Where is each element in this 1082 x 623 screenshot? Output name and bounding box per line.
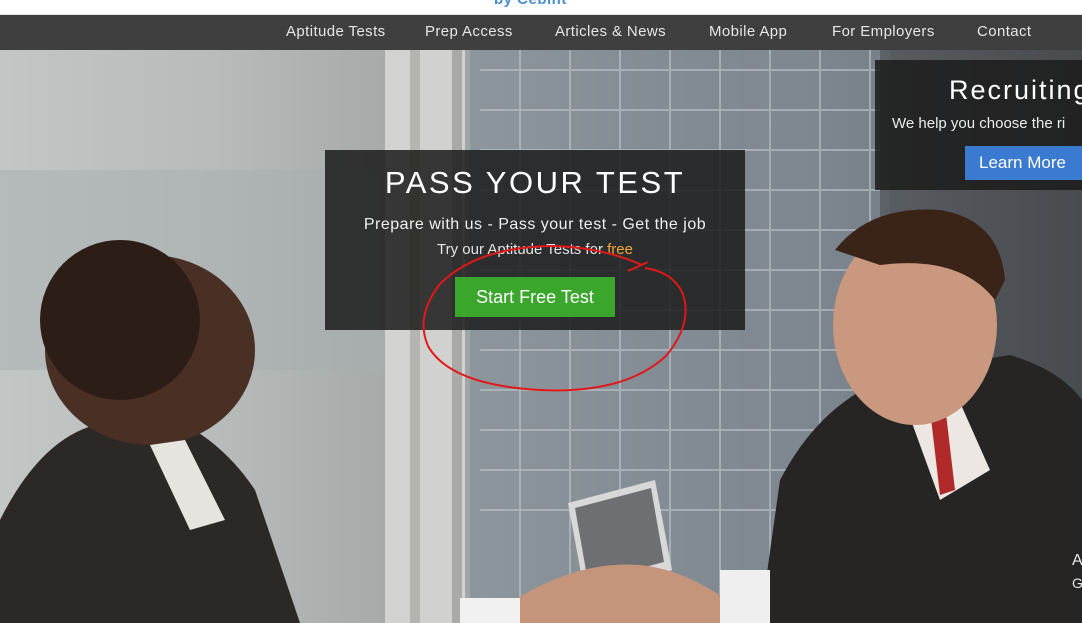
recruiting-text: We help you choose the ri <box>892 115 1066 132</box>
top-strip: by Cebint <box>0 0 1082 15</box>
recruiting-panel: Recruiting We help you choose the ri Lea… <box>875 60 1082 190</box>
nav-mobile-app[interactable]: Mobile App <box>709 15 787 50</box>
free-highlight: free <box>607 241 633 258</box>
hero-subtitle: Prepare with us - Pass your test - Get t… <box>363 216 707 233</box>
nav-articles-news[interactable]: Articles & News <box>555 15 666 50</box>
edge-text-line1: A <box>1072 552 1082 569</box>
pass-your-test-panel: PASS YOUR TEST Prepare with us - Pass yo… <box>325 150 745 330</box>
edge-text-line2: G <box>1072 575 1082 591</box>
nav-contact[interactable]: Contact <box>977 15 1032 50</box>
try-prefix: Try our Aptitude Tests for <box>437 241 608 258</box>
site-logo[interactable]: by Cebint <box>494 0 567 8</box>
nav-for-employers[interactable]: For Employers <box>832 15 935 50</box>
hero-title: PASS YOUR TEST <box>384 165 686 200</box>
nav-aptitude-tests[interactable]: Aptitude Tests <box>286 15 386 50</box>
learn-more-button[interactable]: Learn More <box>965 146 1082 180</box>
recruiting-title: Recruiting <box>949 75 1082 105</box>
start-free-test-button[interactable]: Start Free Test <box>455 277 615 317</box>
hero-try-line: Try our Aptitude Tests for free <box>325 241 745 258</box>
hero-banner: PASS YOUR TEST Prepare with us - Pass yo… <box>0 50 1082 623</box>
main-navbar: Aptitude Tests Prep Access Articles & Ne… <box>0 15 1082 50</box>
nav-prep-access[interactable]: Prep Access <box>425 15 513 50</box>
